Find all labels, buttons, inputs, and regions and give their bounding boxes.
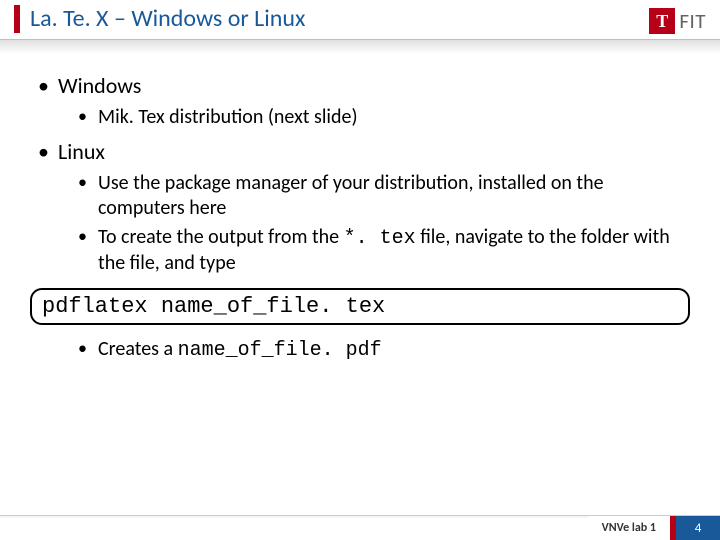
footer-spacer	[0, 516, 588, 540]
content-area-2: Creates a name_of_file. pdf	[0, 337, 720, 363]
content-area: Windows Mik. Tex distribution (next slid…	[0, 54, 720, 276]
brand-logo: T FIT	[649, 8, 706, 34]
code-pdf-name: name_of_file. pdf	[178, 339, 382, 362]
code-tex-ext: *. tex	[344, 227, 416, 250]
footer-label: VNVe lab 1	[588, 516, 670, 540]
text-fragment: Creates a	[98, 337, 178, 361]
slide: T FIT La. Te. X – Windows or Linux Windo…	[0, 0, 720, 540]
bullet-linux-pkg: Use the package manager of your distribu…	[76, 171, 686, 221]
bullet-linux-output: To create the output from the *. tex fil…	[76, 225, 686, 276]
command-box: pdflatex name_of_file. tex	[30, 288, 690, 325]
bullet-creates-pdf: Creates a name_of_file. pdf	[76, 337, 686, 363]
bullet-windows-miktex: Mik. Tex distribution (next slide)	[76, 105, 686, 130]
text-fragment: To create the output from the	[98, 225, 344, 249]
logo-t-icon: T	[649, 8, 675, 34]
title-accent	[14, 5, 20, 33]
title-shadow	[0, 40, 720, 54]
slide-title: La. Te. X – Windows or Linux	[30, 4, 305, 33]
title-bar: La. Te. X – Windows or Linux	[0, 0, 720, 39]
logo-t-letter: T	[656, 11, 668, 32]
bullet-linux: Linux	[34, 138, 686, 165]
bullet-windows: Windows	[34, 72, 686, 99]
page-number: 4	[676, 516, 720, 540]
logo-fit-text: FIT	[679, 8, 706, 34]
footer: VNVe lab 1 4	[0, 516, 720, 540]
